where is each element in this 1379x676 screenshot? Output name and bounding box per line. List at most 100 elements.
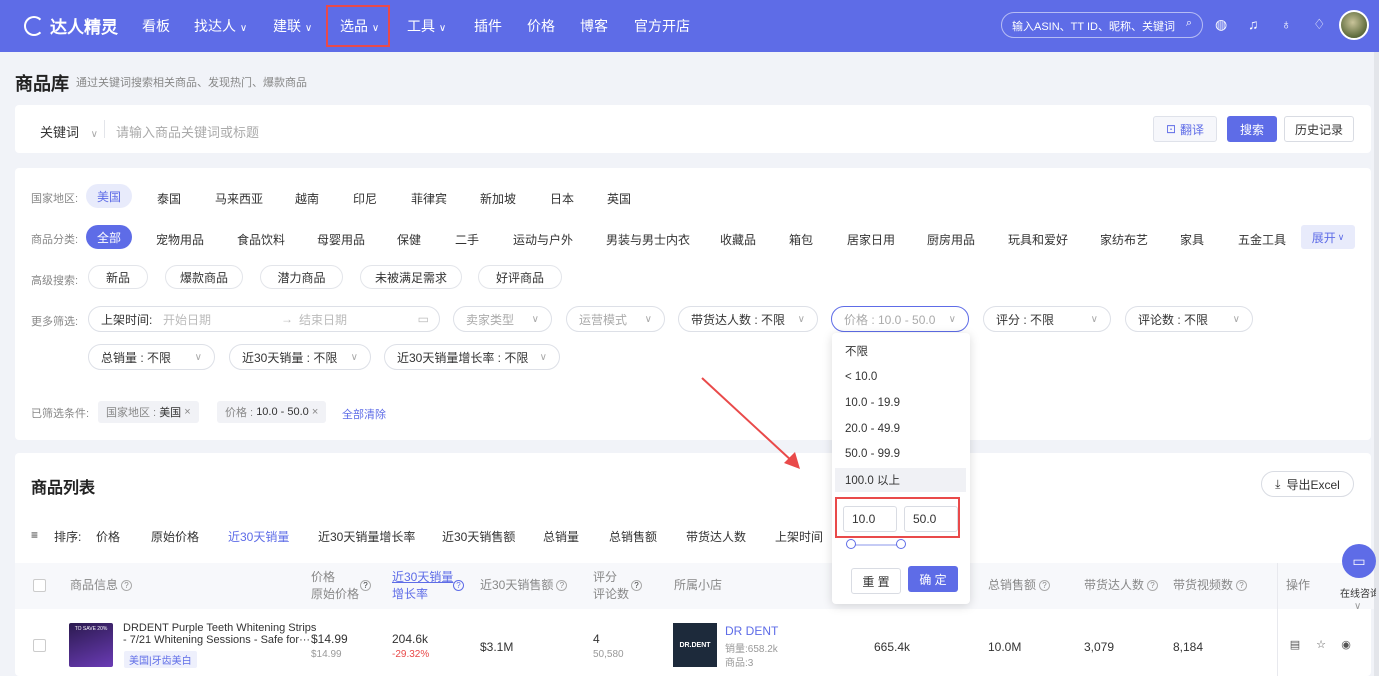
global-search-input[interactable]: 输入ASIN、TT ID、昵称、关键词 ⌕ — [1001, 12, 1203, 38]
reset-button[interactable]: 重 置 — [851, 568, 901, 594]
shop-logo[interactable]: DR.DENT — [673, 623, 717, 667]
listing-time-range[interactable]: 上架时间: 开始日期 → 结束日期 ▭ — [88, 306, 440, 332]
history-button[interactable]: 历史记录 — [1284, 116, 1354, 142]
category-option[interactable]: 男装与男士内衣 — [606, 231, 690, 248]
sort-option[interactable]: 总销售额 — [609, 528, 657, 545]
detail-icon[interactable]: ▤ — [1286, 635, 1304, 653]
sort-option[interactable]: 原始价格 — [151, 528, 199, 545]
category-option[interactable]: 食品饮料 — [237, 231, 285, 248]
sort-option[interactable]: 近30天销量增长率 — [318, 528, 415, 545]
column-header-creators[interactable]: 带货达人数? — [1084, 577, 1159, 594]
category-option[interactable]: 运动与户外 — [513, 231, 573, 248]
nav-find-creators[interactable]: 找达人 ∨ — [194, 16, 247, 36]
region-option[interactable]: 美国 — [86, 184, 132, 208]
slider-handle-min[interactable] — [846, 539, 856, 549]
region-option[interactable]: 马来西亚 — [215, 190, 263, 207]
product-title-line[interactable]: - 7/21 Whitening Sessions - Safe for··· — [123, 634, 310, 646]
category-option[interactable]: 保健 — [397, 231, 421, 248]
advanced-option[interactable]: 新品 — [88, 265, 148, 289]
category-option[interactable]: 家具 — [1180, 231, 1204, 248]
online-consult-label[interactable]: 在线咨询 — [1340, 585, 1376, 600]
advanced-option[interactable]: 爆款商品 — [165, 265, 243, 289]
expand-button[interactable]: 展开 ∨ — [1301, 225, 1355, 249]
column-header-videos[interactable]: 带货视频数? — [1173, 577, 1248, 594]
category-option[interactable]: 五金工具 — [1238, 231, 1286, 248]
keyword-input[interactable]: 请输入商品关键词或标题 — [116, 122, 259, 141]
region-option[interactable]: 日本 — [550, 190, 574, 207]
price-select[interactable]: 价格 : 10.0 - 50.0 ∨ — [831, 306, 969, 332]
row-checkbox[interactable] — [33, 639, 46, 652]
category-option[interactable]: 宠物用品 — [156, 231, 204, 248]
price-option[interactable]: 20.0 - 49.9 — [835, 417, 966, 441]
headset-icon[interactable]: ♫ — [1248, 16, 1259, 32]
sort-option[interactable]: 带货达人数 — [686, 528, 746, 545]
start-date-input[interactable]: 开始日期 — [163, 311, 211, 328]
region-option[interactable]: 英国 — [607, 190, 631, 207]
price-option[interactable]: 10.0 - 19.9 — [835, 391, 966, 415]
nav-outreach[interactable]: 建联 ∨ — [273, 16, 312, 36]
close-icon[interactable]: × — [184, 406, 190, 418]
search-button[interactable]: 搜索 — [1227, 116, 1277, 142]
region-option[interactable]: 菲律宾 — [411, 190, 447, 207]
sales-30d-select[interactable]: 近30天销量 : 不限 ∨ — [229, 344, 371, 370]
brand-logo[interactable]: 达人精灵 — [24, 13, 118, 38]
ops-mode-select[interactable]: 运营模式 ∨ — [566, 306, 665, 332]
total-sales-select[interactable]: 总销量 : 不限 ∨ — [88, 344, 215, 370]
region-option[interactable]: 泰国 — [157, 190, 181, 207]
star-icon[interactable]: ☆ — [1312, 635, 1330, 653]
category-option[interactable]: 玩具和爱好 — [1008, 231, 1068, 248]
category-option[interactable]: 收藏品 — [720, 231, 756, 248]
category-option[interactable]: 全部 — [86, 225, 132, 249]
scrollbar[interactable] — [1374, 52, 1379, 676]
column-header-rating[interactable]: 评分 评论数 — [593, 569, 629, 603]
export-excel-button[interactable]: ⤓ 导出Excel — [1261, 471, 1354, 497]
nav-pricing[interactable]: 价格 — [527, 16, 555, 36]
advanced-option[interactable]: 未被满足需求 — [360, 265, 462, 289]
sort-option[interactable]: 价格 — [96, 528, 120, 545]
category-option[interactable]: 厨房用品 — [927, 231, 975, 248]
sort-option[interactable]: 上架时间 — [775, 528, 823, 545]
column-header-revenue30[interactable]: 近30天销售额? — [480, 577, 568, 594]
advanced-option[interactable]: 潜力商品 — [260, 265, 343, 289]
price-slider-track[interactable] — [851, 544, 901, 546]
close-icon[interactable]: × — [312, 406, 318, 418]
price-option[interactable]: 50.0 - 99.9 — [835, 442, 966, 466]
seller-type-select[interactable]: 卖家类型 ∨ — [453, 306, 552, 332]
region-option[interactable]: 新加坡 — [480, 190, 516, 207]
clear-all-link[interactable]: 全部清除 — [342, 406, 386, 422]
select-all-checkbox[interactable] — [33, 579, 46, 592]
eye-icon[interactable]: ◉ — [1337, 635, 1355, 653]
price-option[interactable]: 100.0 以上 — [835, 468, 966, 492]
category-option[interactable]: 母婴用品 — [317, 231, 365, 248]
column-header-sales30[interactable]: 近30天销量 增长率 — [392, 569, 453, 603]
advanced-option[interactable]: 好评商品 — [478, 265, 562, 289]
globe-icon[interactable]: ◍ — [1215, 16, 1227, 33]
bell-icon[interactable]: ♢ — [1313, 16, 1326, 33]
category-option[interactable]: 居家日用 — [847, 231, 895, 248]
nav-tools[interactable]: 工具 ∨ — [407, 16, 446, 36]
nav-open-store[interactable]: 官方开店 — [634, 16, 690, 36]
category-option[interactable]: 二手 — [455, 231, 479, 248]
nav-blog[interactable]: 博客 — [580, 16, 608, 36]
shop-name-link[interactable]: DR DENT — [725, 624, 778, 638]
rating-select[interactable]: 评分 : 不限 ∨ — [983, 306, 1111, 332]
column-header-total-revenue[interactable]: 总销售额? — [988, 577, 1051, 594]
chevron-down-icon[interactable]: ∨ — [1354, 601, 1361, 612]
sort-option[interactable]: 近30天销售额 — [442, 528, 515, 545]
growth-30d-select[interactable]: 近30天销量增长率 : 不限 ∨ — [384, 344, 560, 370]
nav-plugin[interactable]: 插件 — [474, 16, 502, 36]
nav-dashboard[interactable]: 看板 — [142, 16, 170, 36]
price-option[interactable]: 不限 — [835, 339, 966, 363]
price-option[interactable]: < 10.0 — [835, 365, 966, 389]
region-option[interactable]: 越南 — [295, 190, 319, 207]
category-option[interactable]: 箱包 — [789, 231, 813, 248]
reviews-select[interactable]: 评论数 : 不限 ∨ — [1125, 306, 1253, 332]
creators-select[interactable]: 带货达人数 : 不限 ∨ — [678, 306, 818, 332]
end-date-input[interactable]: 结束日期 — [299, 311, 347, 328]
slider-handle-max[interactable] — [896, 539, 906, 549]
chat-icon[interactable]: ▭ — [1342, 544, 1376, 578]
avatar[interactable] — [1339, 10, 1369, 40]
sort-option[interactable]: 总销量 — [543, 528, 579, 545]
translate-button[interactable]: ⊡ 翻译 — [1153, 116, 1217, 142]
product-thumbnail[interactable]: TO SAVE 20% — [69, 623, 113, 667]
